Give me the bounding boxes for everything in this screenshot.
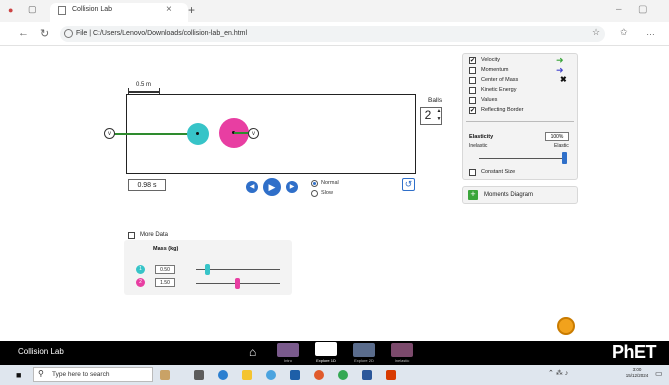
sim-title: Collision Lab bbox=[18, 347, 64, 356]
time-display: 0.98 s bbox=[128, 179, 166, 191]
elasticity-max-label: Elastic bbox=[554, 143, 569, 149]
favorite-icon[interactable]: ☆ bbox=[592, 27, 600, 38]
screen-explore-1d-label: Explore 1D bbox=[316, 358, 336, 363]
more-data-checkbox[interactable] bbox=[128, 232, 135, 239]
mass-title: Mass (kg) bbox=[153, 246, 179, 252]
more-icon[interactable]: … bbox=[646, 27, 655, 37]
scale-label: 0.5 m bbox=[136, 82, 152, 88]
app-icon-2[interactable] bbox=[314, 370, 324, 380]
ball1-velocity-handle[interactable]: v bbox=[104, 128, 115, 139]
tab-actions-icon[interactable]: ▢ bbox=[28, 4, 37, 15]
kinetic-energy-label: Kinetic Energy bbox=[481, 87, 517, 93]
search-icon: ⚲ bbox=[38, 369, 44, 378]
close-tab-icon[interactable]: × bbox=[166, 4, 172, 15]
taskbar-search-text: Type here to search bbox=[52, 371, 110, 378]
center-of-mass-checkbox[interactable] bbox=[469, 77, 476, 84]
balls-increment-icon[interactable]: ▲ bbox=[436, 108, 442, 116]
moments-diagram-label: Moments Diagram bbox=[484, 192, 534, 198]
restart-button[interactable]: ↺ bbox=[402, 178, 415, 191]
momentum-label: Momentum bbox=[481, 67, 509, 73]
center-of-mass-icon: ✖ bbox=[560, 75, 567, 84]
more-data-label: More Data bbox=[140, 232, 169, 238]
constant-size-checkbox[interactable] bbox=[469, 169, 476, 176]
home-icon[interactable]: ⌂ bbox=[249, 345, 256, 359]
screen-inelastic-icon[interactable] bbox=[391, 343, 413, 357]
word-icon[interactable] bbox=[362, 370, 372, 380]
powerpoint-icon[interactable] bbox=[386, 370, 396, 380]
refresh-icon[interactable]: ↻ bbox=[40, 27, 49, 40]
phet-logo[interactable]: PhET bbox=[612, 342, 657, 363]
page-icon bbox=[58, 6, 66, 15]
ball2-icon: 2 bbox=[136, 278, 145, 287]
balls-decrement-icon[interactable]: ▼ bbox=[436, 116, 442, 124]
tab-title: Collision Lab bbox=[72, 6, 113, 13]
chrome-icon[interactable] bbox=[338, 370, 348, 380]
ball2-mass-slider-thumb[interactable] bbox=[235, 278, 240, 289]
maximize-icon[interactable]: ▢ bbox=[638, 4, 647, 15]
ball1-velocity-vector bbox=[112, 133, 198, 135]
plus-icon[interactable]: + bbox=[468, 190, 478, 200]
windows-start-icon[interactable]: ■ bbox=[16, 370, 21, 380]
center-of-mass-label: Center of Mass bbox=[481, 77, 519, 83]
elasticity-slider-thumb[interactable] bbox=[562, 152, 567, 164]
reset-all-button[interactable] bbox=[557, 317, 575, 335]
ball1-mass-field[interactable]: 0.50 bbox=[155, 265, 175, 274]
taskbar-clock[interactable]: 3:00 15/12/2024 bbox=[622, 367, 652, 379]
url-text: File | C:/Users/Lenovo/Downloads/collisi… bbox=[76, 30, 248, 37]
play-button[interactable]: ▶ bbox=[263, 178, 281, 196]
screen-explore-2d-label: Explore 2D bbox=[354, 358, 374, 363]
kinetic-energy-checkbox[interactable] bbox=[469, 87, 476, 94]
file-explorer-icon[interactable] bbox=[242, 370, 252, 380]
profile-icon[interactable]: ● bbox=[8, 5, 13, 15]
edge-icon[interactable] bbox=[218, 370, 228, 380]
elasticity-value: 100% bbox=[545, 132, 569, 141]
ball2-mass-field[interactable]: 1.50 bbox=[155, 278, 175, 287]
reflecting-border-checkbox[interactable]: ✔ bbox=[469, 107, 476, 114]
elasticity-min-label: Inelastic bbox=[469, 143, 488, 149]
values-checkbox[interactable] bbox=[469, 97, 476, 104]
speed-normal-label: Normal bbox=[321, 180, 339, 186]
constant-size-label: Constant Size bbox=[481, 169, 516, 175]
task-view-icon[interactable] bbox=[194, 370, 204, 380]
velocity-label: Velocity bbox=[481, 57, 500, 63]
ball1-icon: 1 bbox=[136, 265, 145, 274]
step-forward-button[interactable]: ▶ bbox=[286, 181, 298, 193]
ball1-mass-slider-thumb[interactable] bbox=[205, 264, 210, 275]
speed-normal-radio[interactable] bbox=[311, 180, 318, 187]
speed-slow-radio[interactable] bbox=[311, 190, 318, 197]
screen-explore-1d-icon[interactable] bbox=[315, 342, 337, 356]
ball2-velocity-handle[interactable]: v bbox=[248, 128, 259, 139]
tray-icons[interactable]: ⌃ ⁂ ♪ bbox=[548, 369, 568, 377]
balls-label: Balls bbox=[428, 97, 443, 104]
city-widget-icon[interactable] bbox=[160, 370, 170, 380]
screen-intro-label: Intro bbox=[283, 358, 292, 363]
screen-inelastic-label: Inelastic bbox=[394, 358, 410, 363]
balls-value: 2 bbox=[424, 108, 432, 122]
reflecting-border-label: Reflecting Border bbox=[481, 107, 524, 113]
screen-explore-2d-icon[interactable] bbox=[353, 343, 375, 357]
ball-1[interactable] bbox=[187, 123, 209, 145]
screen-intro-icon[interactable] bbox=[277, 343, 299, 357]
favorites-bar-icon[interactable]: ✩ bbox=[620, 27, 628, 38]
elasticity-title: Elasticity bbox=[469, 134, 494, 140]
speed-slow-label: Slow bbox=[321, 190, 333, 196]
notification-icon[interactable]: ▭ bbox=[655, 369, 663, 378]
values-label: Values bbox=[481, 97, 498, 103]
mail-icon[interactable] bbox=[290, 370, 300, 380]
momentum-checkbox[interactable] bbox=[469, 67, 476, 74]
app-icon-1[interactable] bbox=[266, 370, 276, 380]
elasticity-slider-track[interactable] bbox=[479, 158, 567, 159]
new-tab-icon[interactable]: + bbox=[188, 3, 195, 17]
velocity-checkbox[interactable]: ✔ bbox=[469, 57, 476, 64]
info-icon[interactable] bbox=[64, 29, 73, 38]
panel-divider bbox=[466, 121, 574, 122]
step-back-button[interactable]: ◀ bbox=[246, 181, 258, 193]
back-icon[interactable]: ← bbox=[18, 27, 29, 39]
taskbar-date: 15/12/2024 bbox=[625, 373, 649, 378]
minimize-icon[interactable]: – bbox=[616, 4, 622, 15]
